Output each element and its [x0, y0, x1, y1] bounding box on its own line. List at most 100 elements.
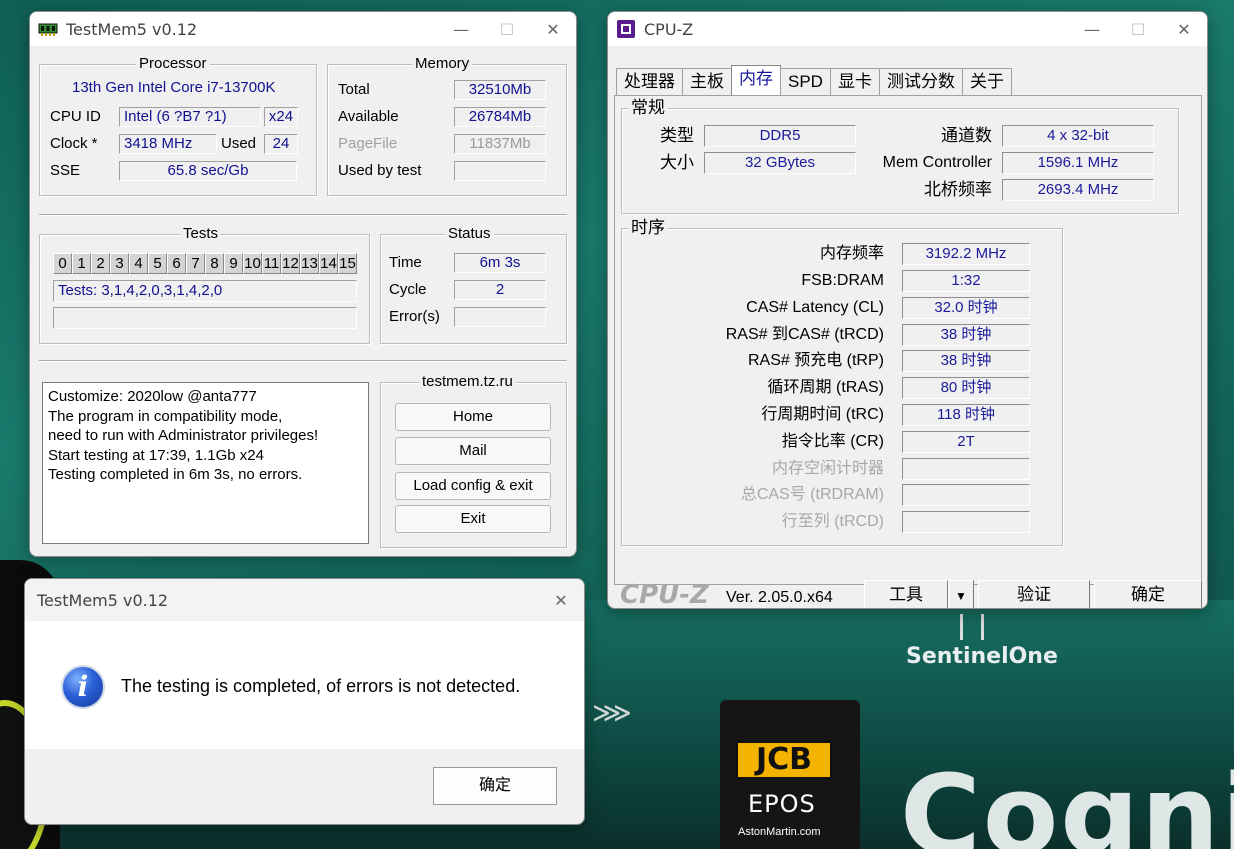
- tools-button[interactable]: 工具: [864, 580, 948, 608]
- wallpaper-sentinel-text: SentinelOne: [906, 644, 1058, 669]
- dialog-ok-button[interactable]: 确定: [433, 767, 557, 805]
- memory-group: Memory Total 32510Mb Available 26784Mb P…: [327, 55, 567, 196]
- status-group-title: Status: [445, 225, 494, 243]
- exit-button[interactable]: Exit: [395, 505, 551, 533]
- timing-label: 内存频率: [819, 245, 884, 262]
- timing-label: 指令比率 (CR): [781, 433, 884, 450]
- dialog-titlebar[interactable]: TestMem5 v0.12 ✕: [25, 579, 584, 621]
- dialog-title: TestMem5 v0.12: [37, 590, 169, 610]
- tab-spd[interactable]: SPD: [780, 68, 831, 95]
- nb-frequency-label: 北桥频率: [924, 180, 992, 199]
- cpu-id-label: CPU ID: [50, 108, 101, 125]
- mem-controller-label: Mem Controller: [882, 154, 992, 171]
- tab-processor[interactable]: 处理器: [616, 68, 683, 95]
- size-label: 大小: [660, 153, 694, 172]
- tab-bench[interactable]: 测试分数: [878, 68, 963, 95]
- timings-group: 时序 内存频率 3192.2 MHz FSB:DRAM 1:32 CAS# La…: [621, 219, 1063, 546]
- cpuz-close-button[interactable]: ✕: [1161, 12, 1207, 46]
- used-by-test-field: [454, 161, 546, 181]
- cpuz-footer-logo: CPU-Z: [620, 580, 709, 609]
- maximize-button[interactable]: ☐: [484, 12, 530, 46]
- cycle-field: 2: [454, 280, 546, 300]
- total-field: 32510Mb: [454, 80, 546, 100]
- cpuz-titlebar[interactable]: CPU-Z — ☐ ✕: [608, 12, 1207, 46]
- window-title: TestMem5 v0.12: [66, 19, 198, 39]
- used-field: 24: [264, 134, 298, 154]
- type-field: DDR5: [704, 125, 856, 147]
- dialog-body: i The testing is completed, of errors is…: [25, 621, 584, 749]
- close-button[interactable]: ✕: [530, 12, 576, 46]
- errors-field: [454, 307, 546, 327]
- cpuz-maximize-button[interactable]: ☐: [1115, 12, 1161, 46]
- clock-field: 3418 MHz: [119, 134, 217, 154]
- test-number: 9: [224, 253, 243, 274]
- timing-value: [902, 484, 1030, 506]
- time-label: Time: [389, 254, 422, 271]
- links-group-title: testmem.tz.ru: [419, 373, 516, 391]
- cpuz-ok-button[interactable]: 确定: [1094, 580, 1202, 608]
- testmem-titlebar[interactable]: TestMem5 v0.12 — ☐ ✕: [30, 12, 576, 46]
- test-number: 8: [205, 253, 224, 274]
- cpuz-tabs: 处理器 主板 内存 SPD 显卡 测试分数 关于: [616, 65, 1012, 95]
- tests-sequence-field: Tests: 3,1,4,2,0,3,1,4,2,0: [53, 280, 357, 302]
- minimize-button[interactable]: —: [438, 12, 484, 46]
- memory-chip-icon: [38, 23, 58, 36]
- timing-label: 行至列 (tRCD): [781, 513, 884, 530]
- separator-2: [39, 360, 567, 362]
- timing-label: RAS# 到CAS# (tRCD): [725, 326, 884, 343]
- memory-group-title: Memory: [412, 55, 473, 73]
- test-number: 10: [243, 253, 262, 274]
- wallpaper-cogn-text: Cogni: [900, 751, 1234, 849]
- timing-value: [902, 458, 1030, 480]
- test-number: 7: [186, 253, 205, 274]
- test-number: 6: [167, 253, 186, 274]
- test-numbers: 0 1 2 3 4 5 6 7 8 9 10 11 12 13 14 15: [53, 253, 357, 274]
- type-label: 类型: [660, 126, 694, 145]
- tools-dropdown-button[interactable]: ▼: [948, 580, 974, 608]
- used-by-test-label: Used by test: [338, 162, 422, 179]
- wallpaper-aston-text: AstonMartin.com: [738, 826, 821, 838]
- mail-button[interactable]: Mail: [395, 437, 551, 465]
- load-config-exit-button[interactable]: Load config & exit: [395, 472, 551, 500]
- test-number: 15: [338, 253, 357, 274]
- dialog-close-button[interactable]: ✕: [538, 579, 584, 621]
- testmem-dialog: TestMem5 v0.12 ✕ i The testing is comple…: [24, 578, 585, 825]
- time-field: 6m 3s: [454, 253, 546, 273]
- nb-frequency-field: 2693.4 MHz: [1002, 179, 1154, 201]
- processor-group-title: Processor: [136, 55, 210, 73]
- log-textarea[interactable]: Customize: 2020low @anta777 The program …: [42, 382, 369, 544]
- cpuz-title: CPU-Z: [644, 19, 694, 39]
- clock-label: Clock *: [50, 135, 98, 152]
- wallpaper-wings-logo: ⋙: [592, 697, 632, 728]
- home-button[interactable]: Home: [395, 403, 551, 431]
- test-number: 13: [300, 253, 319, 274]
- memory-tab-panel: 常规 类型 DDR5 大小 32 GBytes 通道数 4 x 32-bit M…: [614, 95, 1202, 585]
- tests-progress-field: [53, 307, 357, 329]
- timing-value: 80 时钟: [902, 377, 1030, 399]
- tab-graphics[interactable]: 显卡: [829, 68, 880, 95]
- threads-field: x24: [264, 107, 298, 127]
- test-number: 2: [91, 253, 110, 274]
- test-number: 4: [129, 253, 148, 274]
- tab-mainboard[interactable]: 主板: [682, 68, 732, 95]
- cpu-id-field: Intel (6 ?B7 ?1): [119, 107, 261, 127]
- cpuz-minimize-button[interactable]: —: [1069, 12, 1115, 46]
- test-number: 12: [281, 253, 300, 274]
- test-number: 3: [110, 253, 129, 274]
- test-number: 1: [72, 253, 91, 274]
- chevron-down-icon: ▼: [955, 589, 967, 603]
- processor-group: Processor 13th Gen Intel Core i7-13700K …: [39, 55, 317, 196]
- validate-button[interactable]: 验证: [978, 580, 1090, 608]
- cycle-label: Cycle: [389, 281, 427, 298]
- timing-value: [902, 511, 1030, 533]
- general-group: 常规 类型 DDR5 大小 32 GBytes 通道数 4 x 32-bit M…: [621, 99, 1179, 214]
- tab-memory[interactable]: 内存: [731, 65, 781, 95]
- tab-about[interactable]: 关于: [961, 68, 1012, 95]
- timing-value: 3192.2 MHz: [902, 243, 1030, 265]
- test-number: 5: [148, 253, 167, 274]
- dialog-message: The testing is completed, of errors is n…: [121, 676, 521, 696]
- total-label: Total: [338, 81, 370, 98]
- timing-label: 循环周期 (tRAS): [767, 379, 884, 396]
- timing-label: RAS# 预充电 (tRP): [747, 352, 884, 369]
- channels-label: 通道数: [941, 126, 992, 145]
